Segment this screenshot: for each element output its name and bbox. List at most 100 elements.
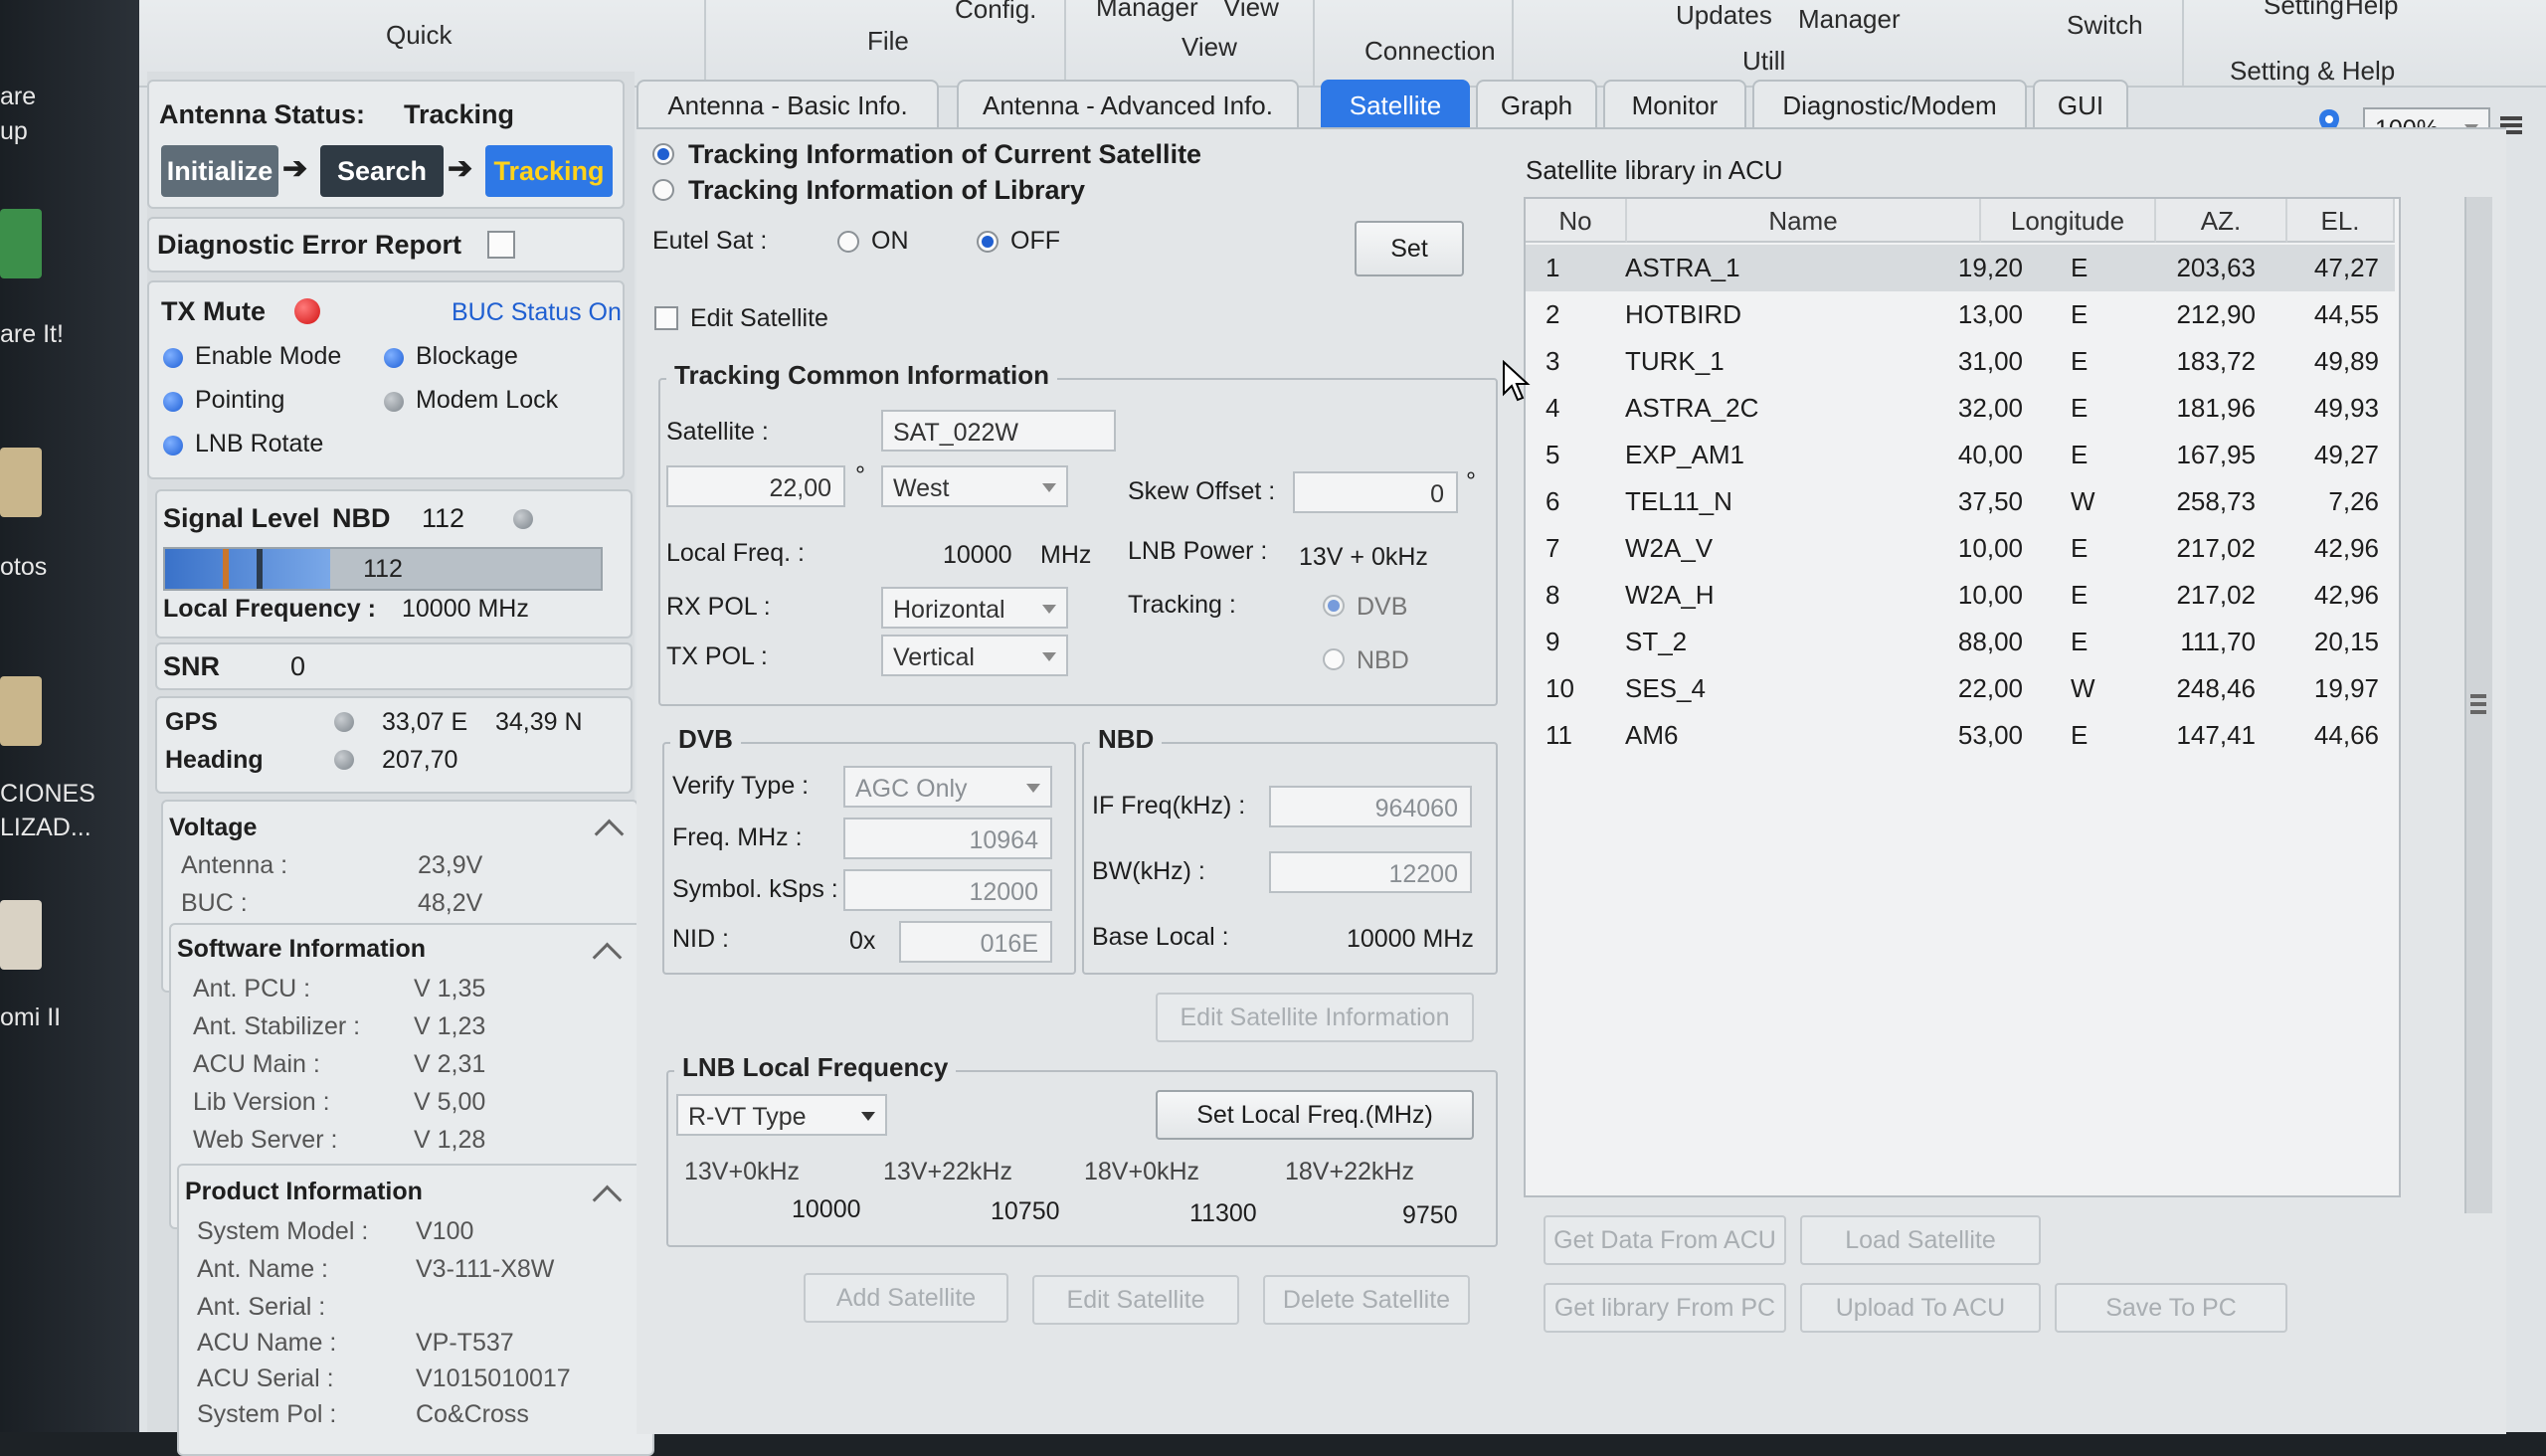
current-satellite-radio[interactable] [652, 143, 674, 165]
table-row[interactable]: 2 HOTBIRD 13,00 E 212,90 44,55 [1526, 291, 2395, 338]
product-label: System Model : [197, 1217, 369, 1245]
ribbon-view-menu[interactable]: View [1223, 0, 1279, 23]
row-name: ASTRA_2C [1625, 393, 1759, 423]
row-number: 5 [1546, 440, 1560, 469]
ribbon-help-button[interactable]: Help [2345, 0, 2398, 21]
verify-type-label: Verify Type : [672, 772, 810, 800]
tracking-dvb-radio[interactable] [1323, 595, 1345, 617]
ribbon-manager-menu[interactable]: Manager [1096, 0, 1198, 23]
diagnostic-report-checkbox[interactable] [487, 231, 515, 259]
table-row[interactable]: 9 ST_2 88,00 E 111,70 20,15 [1526, 619, 2395, 665]
tracking-nbd-radio[interactable] [1323, 648, 1345, 670]
row-az: 181,96 [2176, 393, 2256, 423]
ribbon-group-setting-help: Setting & Help [2230, 56, 2396, 86]
step-initialize[interactable]: Initialize [161, 145, 278, 197]
table-row[interactable]: 8 W2A_H 10,00 E 217,02 42,96 [1526, 572, 2395, 619]
lnb-power-label: LNB Power : [1128, 537, 1268, 565]
rx-pol-select[interactable]: Horizontal [881, 587, 1068, 629]
save-to-pc-button[interactable]: Save To PC [2055, 1283, 2287, 1333]
if-freq-field[interactable]: 964060 [1269, 786, 1472, 827]
desktop-file-icon[interactable] [0, 900, 42, 970]
tab-antenna-basic[interactable]: Antenna - Basic Info. [636, 80, 939, 129]
tab-satellite[interactable]: Satellite [1321, 80, 1470, 129]
tab-monitor[interactable]: Monitor [1603, 80, 1746, 129]
eutel-on-radio[interactable] [837, 231, 859, 253]
edit-satellite-information-button[interactable]: Edit Satellite Information [1156, 993, 1474, 1042]
column-header-longitude[interactable]: Longitude [1981, 199, 2156, 243]
row-az: 248,46 [2176, 673, 2256, 703]
add-satellite-button[interactable]: Add Satellite [804, 1273, 1008, 1323]
desktop-app-icon[interactable] [0, 209, 42, 278]
satellite-library-table: No Name Longitude AZ. EL. 1 ASTRA_1 19,20 E… [1524, 197, 2401, 1197]
column-header-no[interactable]: No [1526, 199, 1627, 243]
ribbon-switch-button[interactable]: Switch [2067, 10, 2143, 41]
column-header-el[interactable]: EL. [2287, 199, 2395, 243]
lnb-type-select[interactable]: R-VT Type [676, 1094, 887, 1136]
row-name: TEL11_N [1625, 486, 1732, 516]
tab-antenna-advanced[interactable]: Antenna - Advanced Info. [957, 80, 1299, 129]
ribbon-manager-button[interactable]: Manager [1798, 4, 1901, 35]
table-row[interactable]: 3 TURK_1 31,00 E 183,72 49,89 [1526, 338, 2395, 385]
direction-select[interactable]: West [881, 465, 1068, 507]
scrollbar-grip [2470, 710, 2486, 714]
set-local-freq-button[interactable]: Set Local Freq.(MHz) [1156, 1090, 1474, 1140]
ribbon-setting-button[interactable]: Setting [2264, 0, 2344, 21]
column-header-az[interactable]: AZ. [2156, 199, 2287, 243]
step-tracking[interactable]: Tracking [485, 145, 613, 197]
upload-to-acu-button[interactable]: Upload To ACU [1800, 1283, 2041, 1333]
eutel-off-radio[interactable] [977, 231, 999, 253]
verify-type-select[interactable]: AGC Only [843, 766, 1052, 808]
longitude-field[interactable]: 22,00 [666, 465, 845, 507]
edit-satellite-checkbox[interactable] [654, 306, 678, 330]
skew-offset-field[interactable]: 0 [1293, 471, 1458, 513]
ribbon-separator [1313, 0, 1315, 86]
satellite-name-field[interactable]: SAT_022W [881, 410, 1116, 452]
ribbon-config-button[interactable]: Config. [955, 0, 1036, 25]
lnb-header: 13V+22kHz [883, 1158, 1012, 1185]
tab-diagnostic-modem[interactable]: Diagnostic/Modem [1752, 80, 2027, 129]
table-row[interactable]: 6 TEL11_N 37,50 W 258,73 7,26 [1526, 478, 2395, 525]
load-satellite-button[interactable]: Load Satellite [1800, 1215, 2041, 1265]
library-scrollbar[interactable] [2464, 197, 2492, 1213]
product-value: VP-T537 [416, 1329, 514, 1357]
tx-mute-indicator [294, 298, 320, 324]
row-el: 49,89 [2313, 346, 2379, 376]
chevron-down-icon [861, 1112, 875, 1121]
table-row[interactable]: 4 ASTRA_2C 32,00 E 181,96 49,93 [1526, 385, 2395, 432]
desktop-folder-icon[interactable] [0, 676, 42, 746]
buc-voltage-label: BUC : [181, 889, 248, 917]
set-button[interactable]: Set [1355, 221, 1464, 276]
lnb-value: 10750 [991, 1197, 1060, 1225]
pointing-label: Pointing [195, 386, 285, 414]
tab-gui[interactable]: GUI [2033, 80, 2128, 129]
desktop-folder-icon[interactable] [0, 448, 42, 517]
table-row[interactable]: 5 EXP_AM1 40,00 E 167,95 49,27 [1526, 432, 2395, 478]
delete-satellite-button[interactable]: Delete Satellite [1263, 1275, 1470, 1325]
table-row[interactable]: 10 SES_4 22,00 W 248,46 19,97 [1526, 665, 2395, 712]
desktop-label: are It! [0, 320, 64, 348]
nid-label: NID : [672, 925, 729, 953]
tx-pol-select[interactable]: Vertical [881, 635, 1068, 676]
step-search[interactable]: Search [320, 145, 444, 197]
collapse-icon[interactable] [592, 1184, 623, 1215]
symbol-rate-field[interactable]: 12000 [843, 869, 1052, 911]
library-radio[interactable] [652, 179, 674, 201]
bw-field[interactable]: 12200 [1269, 851, 1472, 893]
table-row[interactable]: 1 ASTRA_1 19,20 E 203,63 47,27 [1526, 245, 2395, 291]
table-row[interactable]: 11 AM6 53,00 E 147,41 44,66 [1526, 712, 2395, 759]
tab-graph[interactable]: Graph [1476, 80, 1597, 129]
collapse-icon[interactable] [594, 819, 625, 849]
get-library-from-pc-button[interactable]: Get library From PC [1544, 1283, 1786, 1333]
lnb-local-frequency-title: LNB Local Frequency [674, 1052, 957, 1083]
desktop-label: CIONES [0, 780, 95, 808]
edit-satellite-button[interactable]: Edit Satellite [1032, 1275, 1239, 1325]
table-row[interactable]: 7 W2A_V 10,00 E 217,02 42,96 [1526, 525, 2395, 572]
column-header-name[interactable]: Name [1627, 199, 1981, 243]
nid-field[interactable]: 016E [899, 921, 1052, 963]
freq-mhz-field[interactable]: 10964 [843, 818, 1052, 859]
row-el: 20,15 [2313, 627, 2379, 656]
row-az: 203,63 [2176, 253, 2256, 282]
collapse-icon[interactable] [592, 942, 623, 973]
ribbon-updates-button[interactable]: Updates [1676, 0, 1772, 31]
get-data-from-acu-button[interactable]: Get Data From ACU [1544, 1215, 1786, 1265]
